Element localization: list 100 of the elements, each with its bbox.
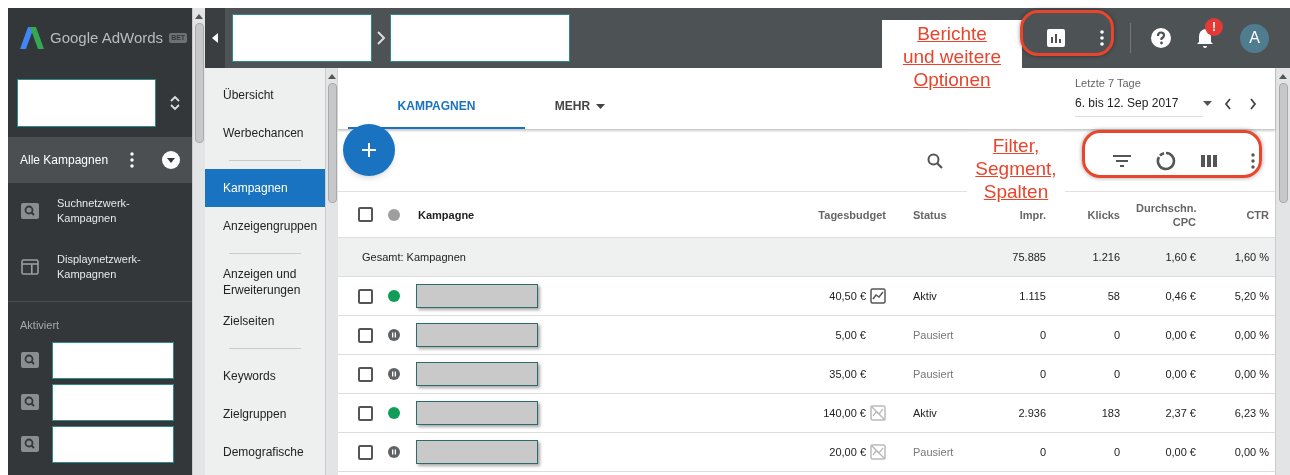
- checkbox[interactable]: [358, 405, 373, 421]
- table-cell-text: 0,00 €: [1164, 444, 1197, 460]
- table-cell-text: 0,00 %: [1233, 444, 1270, 460]
- table-cell-text: 183: [1100, 405, 1121, 421]
- total-label: Gesamt: Kampagnen: [361, 249, 467, 265]
- dropdown-icon[interactable]: [162, 151, 180, 169]
- table-cell-text: 0: [1112, 366, 1121, 382]
- more-icon[interactable]: [1251, 152, 1255, 169]
- budget-cell-text: 20,00 €: [829, 444, 866, 460]
- scrollbar-thumb[interactable]: [1278, 83, 1288, 203]
- chevron-left-icon[interactable]: [1224, 97, 1232, 110]
- trend-chart-icon[interactable]: [870, 288, 886, 304]
- table-cell-text: 0,00 %: [1233, 366, 1270, 382]
- campaign-type-item[interactable]: Suchnetzwerk-Kampagnen: [8, 183, 192, 239]
- total-cell-text: 75.885: [1011, 249, 1047, 265]
- column-header[interactable]: Durchschn. CPC: [1136, 200, 1196, 229]
- table-cell-text: 2.936: [1017, 405, 1047, 421]
- nav-item[interactable]: Werbechancen: [205, 114, 325, 152]
- column-header[interactable]: Status: [913, 207, 947, 222]
- table-cell-text: 0: [1038, 444, 1047, 460]
- table-cell-text: 2,37 €: [1164, 405, 1197, 421]
- add-button[interactable]: [343, 124, 395, 176]
- status-cell-text: Aktiv: [912, 288, 938, 304]
- budget-cell-text: 40,50 €: [829, 288, 866, 304]
- date-range-label: Letzte 7 Tage: [1075, 75, 1142, 91]
- checkbox[interactable]: [358, 207, 373, 222]
- table-cell-text: 0,00 %: [1233, 327, 1270, 343]
- column-header[interactable]: Tagesbudget: [818, 207, 886, 222]
- collapse-arrow-icon[interactable]: [212, 33, 218, 43]
- checkbox[interactable]: [358, 444, 373, 460]
- scrollbar-thumb[interactable]: [327, 83, 337, 203]
- checkbox[interactable]: [358, 288, 373, 304]
- table-cell-text: 1.115: [1018, 288, 1047, 304]
- display-icon: [21, 259, 39, 275]
- user-avatar[interactable]: A: [1240, 23, 1269, 53]
- help-icon[interactable]: [1151, 28, 1171, 48]
- table-cell-text: 0,00 €: [1164, 366, 1197, 382]
- nav-item[interactable]: Anzeigen und Erweiterungen: [205, 262, 325, 302]
- column-header[interactable]: Klicks: [1087, 207, 1120, 222]
- logo-icon: [20, 27, 44, 49]
- status-column-icon: [388, 208, 400, 221]
- date-range-value[interactable]: 6. bis 12. Sep 2017: [1075, 94, 1203, 117]
- nav-item[interactable]: Demografische: [205, 433, 325, 471]
- column-header[interactable]: Kampagne: [418, 207, 475, 222]
- section-label: Aktiviert: [19, 318, 61, 333]
- budget-cell-text: 35,00 €: [829, 366, 866, 382]
- status-cell-text: Pausiert: [912, 366, 955, 382]
- nav-item[interactable]: Kampagnen: [205, 169, 325, 207]
- caret-icon[interactable]: [1203, 101, 1212, 106]
- all-campaigns-bar[interactable]: Alle Kampagnen: [8, 137, 192, 183]
- search-icon: [21, 435, 39, 452]
- all-campaigns-label: Alle Kampagnen: [20, 152, 110, 169]
- scroll-up-icon[interactable]: [195, 13, 203, 19]
- table-cell-text: 5,20 %: [1233, 288, 1270, 304]
- table-cell-text: 0,00 €: [1164, 327, 1197, 343]
- nav-item[interactable]: Keywords: [205, 357, 325, 395]
- table-cell-text: 0: [1112, 444, 1121, 460]
- filter-icon[interactable]: [1113, 154, 1131, 167]
- tab[interactable]: MEHR: [525, 85, 635, 129]
- column-header[interactable]: CTR: [1246, 207, 1269, 222]
- budget-cell-text: 5,00 €: [835, 327, 866, 343]
- scrollbar-thumb[interactable]: [194, 23, 204, 143]
- nav-item[interactable]: Anzeigengruppen: [205, 207, 325, 245]
- caret-icon: [596, 103, 606, 109]
- plus-icon: [362, 143, 376, 157]
- table-cell-text: 0: [1038, 327, 1047, 343]
- chevron-right-icon: [376, 31, 386, 45]
- table-cell-text: 0: [1038, 366, 1047, 382]
- search-icon: [21, 393, 39, 410]
- more-icon[interactable]: [130, 152, 134, 168]
- scroll-up-icon[interactable]: [1279, 73, 1287, 79]
- table-cell-text: 58: [1106, 288, 1121, 304]
- total-cell-text: 1,60 %: [1233, 249, 1270, 265]
- nav-item[interactable]: Zielgruppen: [205, 395, 325, 433]
- nav-item[interactable]: Übersicht: [205, 76, 325, 114]
- status-cell-text: Pausiert: [912, 327, 955, 343]
- total-cell-text: 1.216: [1091, 249, 1121, 265]
- total-cell-text: 1,60 €: [1164, 249, 1197, 265]
- column-header[interactable]: Impr.: [1019, 207, 1046, 222]
- search-icon: [21, 203, 39, 219]
- segment-icon[interactable]: [1156, 150, 1176, 171]
- table-cell-text: 0,46 €: [1164, 288, 1197, 304]
- annotation-text: Berichte und weitere Optionen: [882, 20, 1022, 93]
- up-down-chevron-icon[interactable]: [170, 94, 180, 111]
- table-cell-text: 6,23 %: [1233, 405, 1270, 421]
- budget-cell-text: 140,00 €: [823, 405, 866, 421]
- campaign-type-item[interactable]: Displaynetzwerk-Kampagnen: [8, 239, 192, 295]
- columns-icon[interactable]: [1201, 154, 1217, 167]
- more-icon[interactable]: [1100, 30, 1104, 46]
- checkbox[interactable]: [358, 327, 373, 343]
- search-icon[interactable]: [927, 152, 943, 169]
- status-cell-text: Pausiert: [912, 444, 955, 460]
- notification-badge: !: [1205, 18, 1223, 36]
- chevron-right-icon[interactable]: [1249, 97, 1257, 110]
- scroll-up-icon[interactable]: [328, 73, 336, 79]
- nav-item[interactable]: Zielseiten: [205, 302, 325, 340]
- checkbox[interactable]: [358, 366, 373, 382]
- search-icon: [21, 351, 39, 368]
- report-icon[interactable]: [1047, 29, 1065, 47]
- app-title: Google AdWords: [50, 27, 164, 48]
